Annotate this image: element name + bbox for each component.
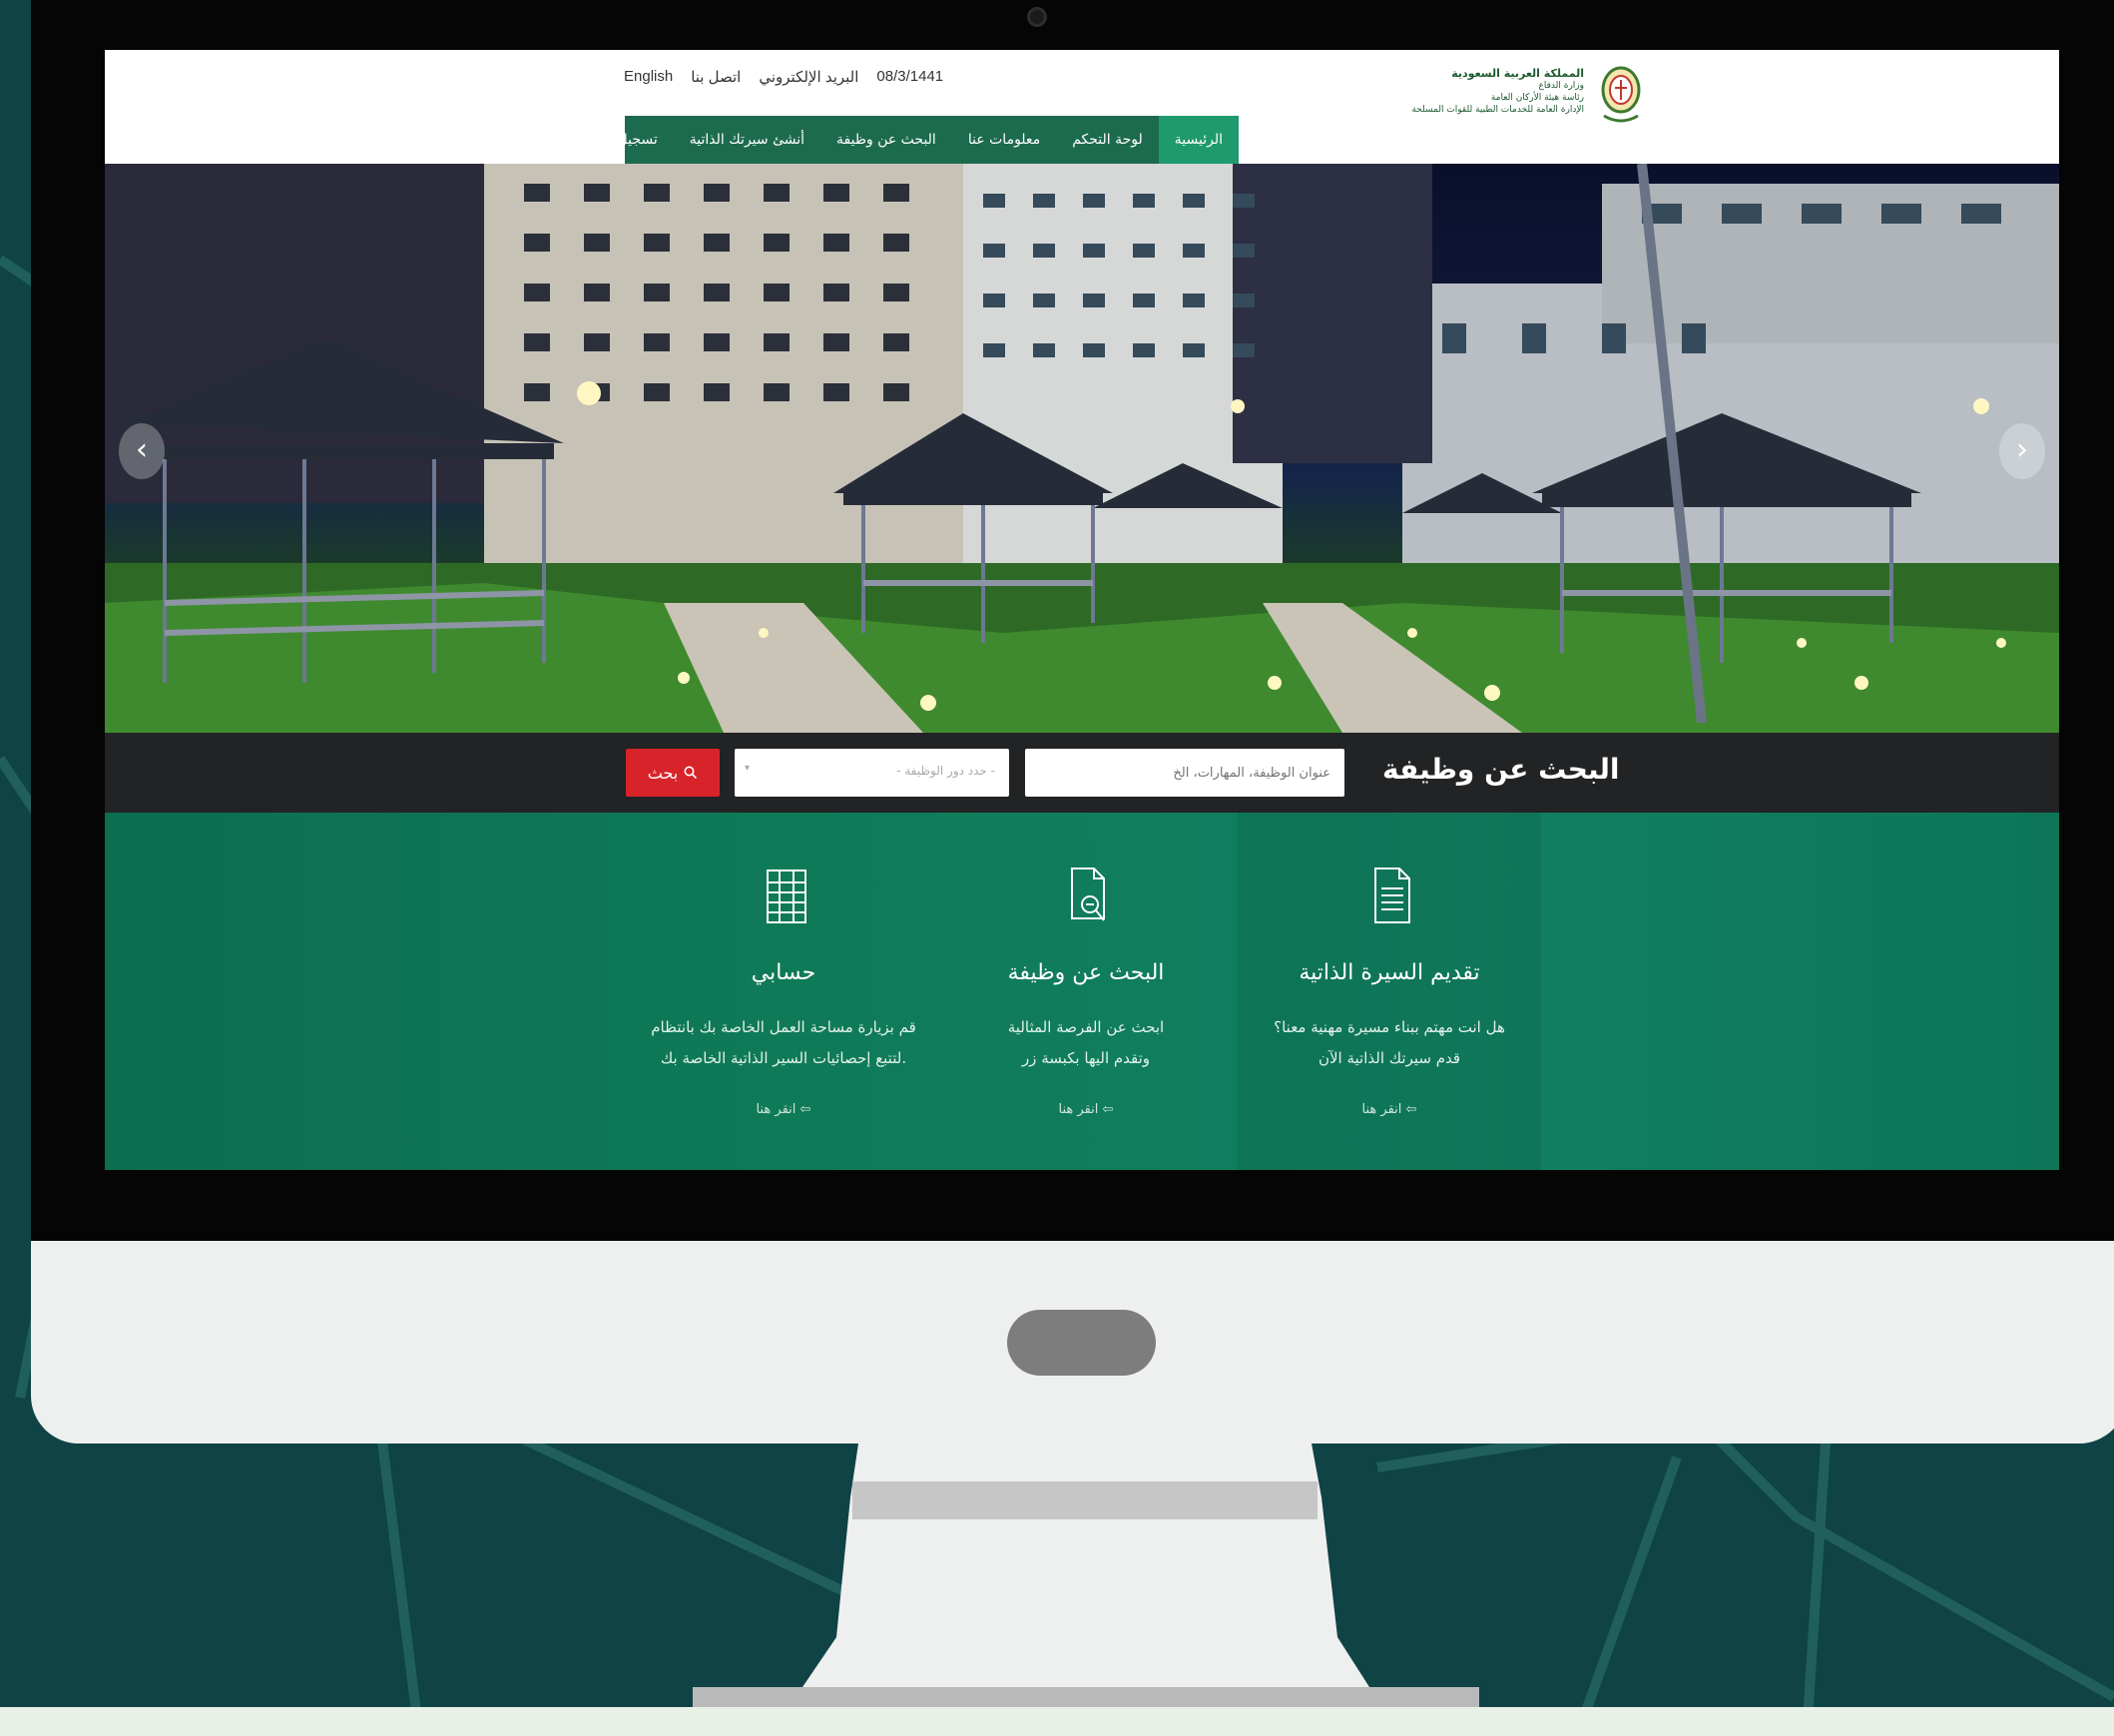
feature-description-line: قم بزيارة مساحة العمل الخاصة بك بانتظام <box>651 1018 916 1036</box>
feature-my-account: حسابي قم بزيارة مساحة العمل الخاصة بك با… <box>634 813 933 1170</box>
search-button-label: بحث <box>647 763 679 783</box>
chevron-right-icon: › <box>2016 432 2028 467</box>
brand-line-1: المملكة العربية السعودية <box>1451 67 1584 80</box>
spreadsheet-icon <box>767 869 806 923</box>
feature-description-line: لتتبع إحصائيات السير الذاتية الخاصة بك. <box>660 1049 907 1067</box>
nav-about[interactable]: معلومات عنا <box>952 116 1056 164</box>
feature-description-line: هل انت مهتم ببناء مسيرة مهنية معنا؟ <box>1274 1018 1505 1036</box>
carousel-prev-button[interactable]: ‹ <box>119 423 165 479</box>
browser-screen: English اتصل بنا البريد الإلكتروني 08/3/… <box>105 50 2059 1170</box>
feature-description: ابحث عن الفرصة المثالية وتقدم اليها بكبس… <box>936 1012 1236 1074</box>
nav-job-search[interactable]: البحث عن وظيفة <box>820 116 952 164</box>
search-button[interactable]: بحث <box>626 749 720 797</box>
feature-title: البحث عن وظيفة <box>1007 960 1165 985</box>
feature-link[interactable]: انقر هنا ⇦ <box>936 1102 1236 1117</box>
feature-link-label: انقر هنا <box>1058 1102 1099 1117</box>
arrow-left-icon: ⇦ <box>1405 1102 1417 1117</box>
site-header: English اتصل بنا البريد الإلكتروني 08/3/… <box>105 50 2059 164</box>
feature-description: هل انت مهتم ببناء مسيرة مهنية معنا؟ قدم … <box>1240 1012 1539 1074</box>
carousel-next-button[interactable]: › <box>1999 423 2045 479</box>
emblem-icon <box>1601 66 1641 123</box>
feature-description-line: وتقدم اليها بكبسة زر <box>1021 1049 1151 1067</box>
feature-job-search: البحث عن وظيفة ابحث عن الفرصة المثالية و… <box>936 813 1236 1170</box>
document-icon <box>1374 868 1410 923</box>
feature-link[interactable]: انقر هنا ⇦ <box>1240 1102 1539 1117</box>
feature-description: قم بزيارة مساحة العمل الخاصة بك بانتظام … <box>634 1012 933 1074</box>
nav-home[interactable]: الرئيسية <box>1158 116 1239 164</box>
feature-link[interactable]: انقر هنا ⇦ <box>634 1102 933 1117</box>
brand-line-4: الإدارة العامة للخدمات الطبية للقوات الم… <box>1411 105 1584 115</box>
job-search-bar: البحث عن وظيفة - حدد دور الوظيفة - ▾ بحث <box>105 733 2059 813</box>
document-search-icon <box>1071 868 1105 921</box>
floor <box>0 1707 2114 1736</box>
feature-link-label: انقر هنا <box>756 1102 796 1117</box>
feature-description-line: ابحث عن الفرصة المثالية <box>1007 1018 1165 1036</box>
brand-text: المملكة العربية السعودية وزارة الدفاع رئ… <box>1384 68 1584 116</box>
main-nav: الرئيسية لوحة التحكم معلومات عنا البحث ع… <box>572 116 1239 164</box>
job-role-placeholder: - حدد دور الوظيفة - <box>896 764 995 778</box>
search-title: البحث عن وظيفة <box>1382 753 1620 786</box>
feature-description-line: قدم سيرتك الذاتية الآن <box>1318 1049 1461 1067</box>
hero-image <box>105 164 2059 733</box>
site-logo[interactable]: المملكة العربية السعودية وزارة الدفاع رئ… <box>1344 64 1644 144</box>
nav-dashboard[interactable]: لوحة التحكم <box>1056 116 1159 164</box>
brand-line-3: رئاسة هيئة الأركان العامة <box>1490 93 1584 103</box>
arrow-left-icon: ⇦ <box>1102 1102 1114 1117</box>
nav-login[interactable]: تسجيل الدخول <box>556 116 674 164</box>
email-link[interactable]: البريد الإلكتروني <box>759 68 858 90</box>
arrow-left-icon: ⇦ <box>799 1102 811 1117</box>
feature-link-label: انقر هنا <box>1361 1102 1402 1117</box>
search-icon <box>684 766 698 780</box>
feature-title: حسابي <box>751 960 816 985</box>
nav-create-cv[interactable]: أنشئ سيرتك الذاتية <box>674 116 820 164</box>
features-section: تقديم السيرة الذاتية هل انت مهتم ببناء م… <box>105 813 2059 1170</box>
chevron-left-icon: ‹ <box>136 432 148 467</box>
top-links: English اتصل بنا البريد الإلكتروني 08/3/… <box>624 68 943 90</box>
contact-link[interactable]: اتصل بنا <box>691 68 741 90</box>
job-role-select[interactable]: - حدد دور الوظيفة - ▾ <box>735 749 1009 797</box>
language-link[interactable]: English <box>624 68 673 90</box>
feature-title: تقديم السيرة الذاتية <box>1299 960 1480 985</box>
feature-submit-cv: تقديم السيرة الذاتية هل انت مهتم ببناء م… <box>1240 813 1539 1170</box>
camera-icon <box>1027 7 1047 27</box>
chevron-down-icon: ▾ <box>745 763 751 774</box>
brand-line-2: وزارة الدفاع <box>1538 81 1585 91</box>
hero-banner: ‹ › <box>105 164 2059 733</box>
monitor-logo <box>1007 1310 1156 1376</box>
date-text: 08/3/1441 <box>876 68 944 85</box>
keyword-input[interactable] <box>1025 749 1344 797</box>
